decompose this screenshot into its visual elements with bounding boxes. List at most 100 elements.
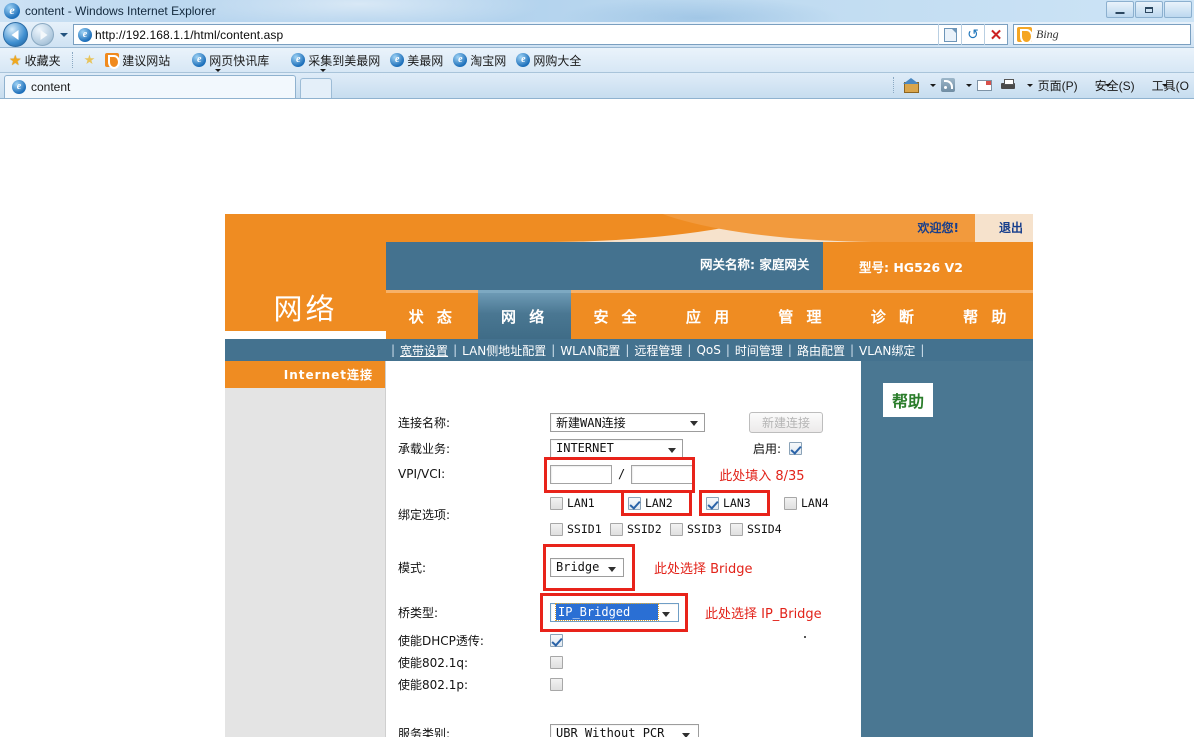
logout-link[interactable]: 退出 (999, 219, 1023, 236)
ssid4-item[interactable]: SSID4 (730, 522, 790, 536)
favorite-item-4[interactable]: 淘宝网 (448, 50, 511, 71)
new-tab-button[interactable] (300, 78, 332, 98)
safety-menu-button[interactable]: 安全(S) (1092, 77, 1169, 94)
address-bar[interactable]: http://192.168.1.1/html/content.asp ↺ ✕ (73, 24, 1008, 370)
chevron-down-icon[interactable] (319, 69, 326, 72)
row-service-class: 服务类别: UBR Without PCR (398, 722, 861, 737)
tab-application[interactable]: 应 用 (663, 290, 756, 339)
favorite-label: 采集到美最网 (308, 53, 381, 68)
enable-label: 启用: (753, 441, 782, 456)
favorites-center-button[interactable]: ★ 收藏夹 (4, 50, 66, 71)
tab-diagnostics[interactable]: 诊 断 (848, 290, 941, 339)
lan1-item[interactable]: LAN1 (550, 496, 628, 510)
chevron-down-icon (662, 611, 670, 617)
bridge-type-select[interactable]: IP_Bridged (550, 602, 679, 622)
home-button[interactable] (900, 78, 922, 93)
e-icon (291, 53, 306, 67)
favorite-item-3[interactable]: 美最网 (385, 50, 448, 71)
feeds-button[interactable] (938, 78, 958, 92)
forward-button[interactable] (31, 23, 54, 46)
dhcp-relay-checkbox[interactable] (550, 633, 563, 647)
minimize-button[interactable] (1106, 1, 1134, 18)
recent-pages-dropdown[interactable] (57, 25, 70, 45)
stop-button[interactable]: ✕ (984, 24, 1007, 45)
lan2-checkbox[interactable] (628, 496, 641, 510)
vpi-vci-separator: / (618, 467, 626, 481)
submenu-item-broadband[interactable]: 宽带设置 (400, 342, 448, 359)
lan3-item[interactable]: LAN3 (699, 490, 784, 516)
add-to-favorites-bar-button[interactable]: ★ (79, 50, 101, 71)
row-mode: 模式: Bridge 此处选择 Bridge (398, 543, 861, 591)
feeds-dropdown[interactable] (960, 83, 972, 87)
ssid3-item[interactable]: SSID3 (670, 522, 730, 536)
chevron-down-icon[interactable] (214, 69, 221, 72)
maximize-button[interactable] (1135, 1, 1163, 18)
vci-input[interactable] (631, 464, 694, 484)
lan-checkbox-group: LAN1 LAN2 LAN3 LAN4 (550, 490, 862, 516)
submenu-item-qos[interactable]: QoS (696, 343, 720, 357)
browser-tab-content[interactable]: content (4, 75, 296, 98)
submenu-item-remote-management[interactable]: 远程管理 (634, 342, 682, 359)
submenu-item-lan-address[interactable]: LAN侧地址配置 (462, 342, 546, 359)
tab-network[interactable]: 网 络 (478, 290, 571, 339)
mail-button[interactable] (974, 79, 995, 91)
favorite-item-0[interactable]: 建议网站 (100, 50, 221, 72)
submenu-item-time-management[interactable]: 时间管理 (735, 342, 783, 359)
ssid2-checkbox[interactable] (610, 522, 623, 536)
service-class-select[interactable]: UBR Without PCR (550, 723, 699, 737)
enable-checkbox[interactable] (789, 441, 803, 455)
tab-label: 状 态 (408, 307, 456, 326)
tab-security[interactable]: 安 全 (570, 290, 664, 339)
home-icon (902, 78, 919, 93)
tab-status[interactable]: 状 态 (386, 290, 479, 339)
address-text[interactable]: http://192.168.1.1/html/content.asp (95, 28, 920, 42)
vpi-input[interactable] (550, 464, 612, 484)
ssid1-item[interactable]: SSID1 (550, 522, 610, 536)
ssid4-label: SSID4 (747, 522, 782, 536)
close-button[interactable] (1164, 1, 1192, 18)
connection-name-control: 新建WAN连接 新建连接 (550, 411, 823, 433)
new-connection-button[interactable]: 新建连接 (749, 411, 823, 433)
tab-help[interactable]: 帮 助 (940, 290, 1033, 339)
ssid3-checkbox[interactable] (670, 522, 683, 536)
lan2-item[interactable]: LAN2 (621, 490, 706, 516)
home-dropdown[interactable] (924, 83, 936, 87)
tab-label: 网 络 (501, 307, 549, 326)
lan4-item[interactable]: LAN4 (784, 496, 862, 510)
favorites-label: 收藏夹 (24, 53, 61, 68)
refresh-button[interactable]: ↺ (961, 24, 984, 45)
tab-management[interactable]: 管 理 (755, 290, 849, 339)
favorite-item-1[interactable]: 网页快讯库 (187, 50, 326, 72)
window-controls[interactable] (1106, 1, 1192, 18)
tools-menu-label: 工具(O (1151, 78, 1189, 93)
submenu-item-routing[interactable]: 路由配置 (797, 342, 845, 359)
favorite-label: 网页快讯库 (209, 53, 270, 68)
ssid1-checkbox[interactable] (550, 522, 563, 536)
back-button[interactable] (3, 22, 28, 47)
lan4-checkbox[interactable] (784, 496, 797, 510)
sidebar-item-internet-connection[interactable]: Internet连接 (225, 361, 385, 388)
print-dropdown[interactable] (1021, 83, 1033, 87)
tools-menu-button[interactable]: 工具(O (1149, 77, 1192, 94)
submenu-item-vlan-binding[interactable]: VLAN绑定 (859, 342, 915, 359)
chevron-down-icon (682, 732, 690, 737)
connection-name-select[interactable]: 新建WAN连接 (550, 412, 705, 432)
lan3-checkbox[interactable] (706, 496, 719, 510)
service-type-select[interactable]: INTERNET (550, 438, 683, 458)
ssid4-checkbox[interactable] (730, 522, 743, 536)
favorite-item-2[interactable]: 采集到美最网 (286, 50, 385, 71)
print-button[interactable] (997, 78, 1019, 92)
dot1p-checkbox[interactable] (550, 677, 563, 691)
chevron-down-icon (1162, 83, 1169, 87)
help-button[interactable]: 帮助 (883, 383, 934, 417)
favorite-item-5[interactable]: 网购大全 (511, 50, 586, 71)
connection-name-label: 连接名称: (398, 415, 451, 430)
search-input[interactable]: Bing (1013, 24, 1191, 45)
compatibility-view-button[interactable] (938, 24, 961, 45)
dot1q-checkbox[interactable] (550, 655, 563, 669)
ssid2-item[interactable]: SSID2 (610, 522, 670, 536)
submenu-item-wlan[interactable]: WLAN配置 (560, 342, 620, 359)
lan1-checkbox[interactable] (550, 496, 563, 510)
tab-bar: content 页面(P) 安全(S) 工具(O (0, 73, 1194, 99)
page-menu-button[interactable]: 页面(P) (1035, 77, 1112, 94)
